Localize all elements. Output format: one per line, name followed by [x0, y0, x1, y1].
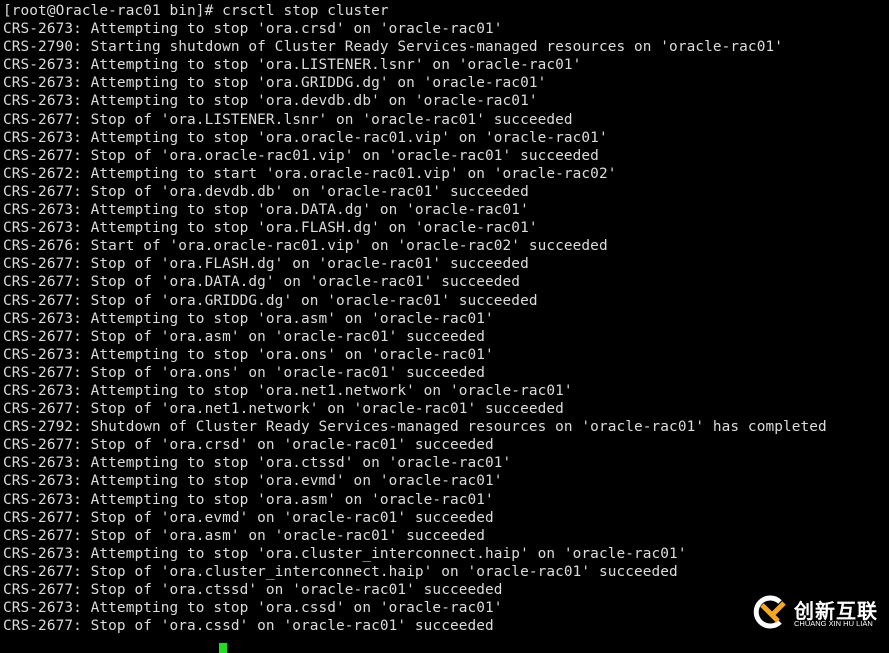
- output-line: CRS-2677: Stop of 'ora.asm' on 'oracle-r…: [3, 328, 486, 345]
- output-line: CRS-2677: Stop of 'ora.LISTENER.lsnr' on…: [3, 111, 573, 128]
- watermark-name-en: CHUANG XIN HU LIAN: [794, 619, 873, 628]
- output-line: CRS-2673: Attempting to stop 'ora.crsd' …: [3, 21, 503, 38]
- output-line: CRS-2673: Attempting to stop 'ora.ctssd'…: [3, 455, 512, 472]
- output-line: CRS-2673: Attempting to stop 'ora.oracle…: [3, 129, 608, 146]
- output-line: CRS-2673: Attempting to stop 'ora.devdb.…: [3, 93, 538, 110]
- output-line: CRS-2673: Attempting to stop 'ora.LISTEN…: [3, 57, 582, 74]
- output-line: CRS-2672: Attempting to start 'ora.oracl…: [3, 165, 617, 182]
- output-line: CRS-2677: Stop of 'ora.GRIDDG.dg' on 'or…: [3, 292, 538, 309]
- prompt-line[interactable]: [3, 635, 827, 653]
- output-line: CRS-2673: Attempting to stop 'ora.cluste…: [3, 545, 687, 562]
- watermark-logo: 创新互联 CHUANG XIN HU LIAN: [752, 593, 889, 633]
- terminal-output[interactable]: [root@Oracle-rac01 bin]# crsctl stop clu…: [3, 2, 827, 653]
- output-line: CRS-2673: Attempting to stop 'ora.GRIDDG…: [3, 75, 547, 92]
- output-line: CRS-2677: Stop of 'ora.oracle-rac01.vip'…: [3, 147, 599, 164]
- output-line: CRS-2673: Attempting to stop 'ora.asm' o…: [3, 310, 494, 327]
- output-line: CRS-2677: Stop of 'ora.cluster_interconn…: [3, 563, 678, 580]
- output-line: CRS-2673: Attempting to stop 'ora.ons' o…: [3, 346, 494, 363]
- output-line: CRS-2677: Stop of 'ora.FLASH.dg' on 'ora…: [3, 256, 529, 273]
- command-prompt-line: [root@Oracle-rac01 bin]# crsctl stop clu…: [3, 3, 389, 19]
- output-line: CRS-2673: Attempting to stop 'ora.DATA.d…: [3, 202, 529, 219]
- cx-logo-icon: [753, 595, 786, 629]
- output-line: CRS-2677: Stop of 'ora.crsd' on 'oracle-…: [3, 437, 494, 454]
- output-line: CRS-2677: Stop of 'ora.ons' on 'oracle-r…: [3, 364, 486, 381]
- output-line: CRS-2677: Stop of 'ora.ctssd' on 'oracle…: [3, 582, 503, 598]
- output-line: CRS-2677: Stop of 'ora.evmd' on 'oracle-…: [3, 509, 494, 526]
- output-line: CRS-2673: Attempting to stop 'ora.cssd' …: [3, 600, 503, 617]
- output-line: CRS-2676: Start of 'ora.oracle-rac01.vip…: [3, 238, 608, 255]
- output-line: CRS-2673: Attempting to stop 'ora.net1.n…: [3, 382, 573, 399]
- output-line: CRS-2677: Stop of 'ora.asm' on 'oracle-r…: [3, 527, 486, 544]
- output-line: CRS-2673: Attempting to stop 'ora.evmd' …: [3, 473, 503, 490]
- output-line: CRS-2677: Stop of 'ora.devdb.db' on 'ora…: [3, 183, 529, 200]
- terminal-cursor: [219, 643, 227, 653]
- output-line: CRS-2790: Starting shutdown of Cluster R…: [3, 39, 783, 56]
- output-line: CRS-2792: Shutdown of Cluster Ready Serv…: [3, 419, 827, 436]
- output-line: CRS-2677: Stop of 'ora.cssd' on 'oracle-…: [3, 618, 494, 635]
- output-line: CRS-2677: Stop of 'ora.DATA.dg' on 'orac…: [3, 274, 521, 291]
- output-line: CRS-2673: Attempting to stop 'ora.FLASH.…: [3, 220, 538, 237]
- output-line: CRS-2677: Stop of 'ora.net1.network' on …: [3, 401, 564, 418]
- output-line: CRS-2673: Attempting to stop 'ora.asm' o…: [3, 491, 494, 508]
